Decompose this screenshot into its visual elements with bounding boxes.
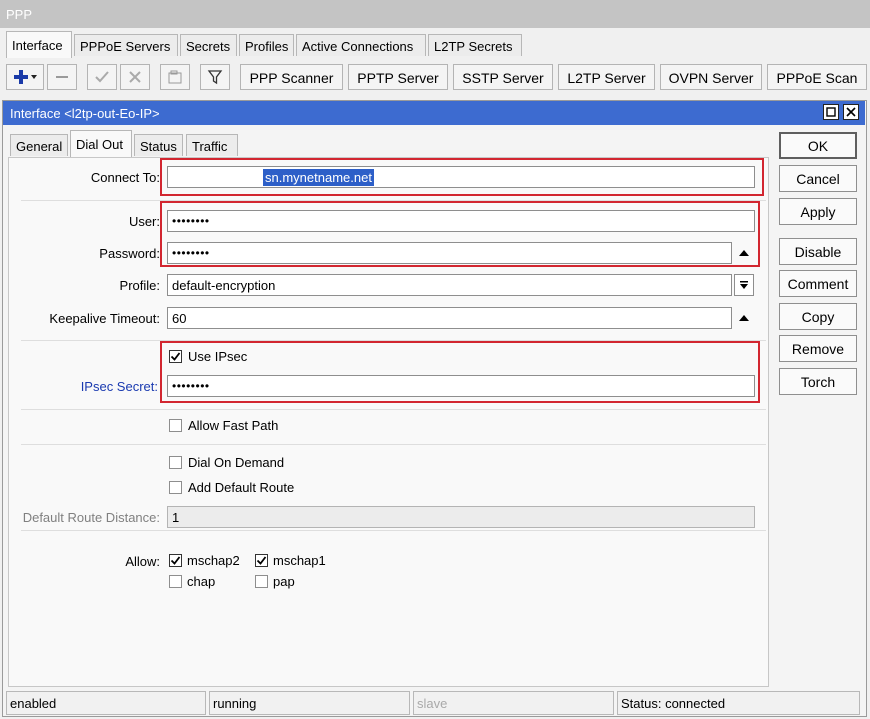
status-enabled: enabled — [6, 691, 206, 715]
filter-icon[interactable] — [200, 64, 230, 90]
close-icon[interactable] — [843, 104, 859, 120]
use-ipsec-checkbox[interactable] — [169, 350, 182, 363]
add-default-route-label: Add Default Route — [188, 480, 295, 495]
status-slave: slave — [413, 691, 614, 715]
tab-general[interactable]: General — [10, 134, 68, 156]
dial-on-demand-checkbox[interactable] — [169, 456, 182, 469]
ok-button[interactable]: OK — [779, 132, 857, 159]
allow-fast-path-label: Allow Fast Path — [188, 418, 279, 433]
tab-active-connections[interactable]: Active Connections — [296, 34, 426, 56]
mschap2-label: mschap2 — [187, 553, 240, 568]
default-route-distance-label: Default Route Distance: — [22, 510, 160, 525]
profile-label: Profile: — [119, 278, 160, 293]
tab-dial-out[interactable]: Dial Out — [70, 130, 132, 158]
connect-to-value: sn.mynetname.net — [263, 169, 374, 186]
check-icon[interactable] — [87, 64, 117, 90]
maximize-icon[interactable] — [823, 104, 839, 120]
disable-button[interactable]: Disable — [779, 238, 857, 265]
dialog-title: Interface <l2tp-out-Eo-IP> — [3, 101, 865, 125]
pap-checkbox[interactable] — [255, 575, 268, 588]
ipsec-secret-label: IPsec Secret: — [80, 379, 158, 394]
remove-button[interactable]: Remove — [779, 335, 857, 362]
apply-button[interactable]: Apply — [779, 198, 857, 225]
connect-to-label: Connect To: — [90, 170, 160, 185]
tab-interface[interactable]: Interface — [6, 31, 72, 58]
chap-label: chap — [187, 574, 216, 589]
tab-pppoe-servers[interactable]: PPPoE Servers — [74, 34, 178, 56]
connect-to-input[interactable]: sn.mynetname.net — [167, 166, 755, 188]
pap-label: pap — [273, 574, 295, 589]
user-input[interactable]: •••••••• — [167, 210, 755, 232]
torch-button[interactable]: Torch — [779, 368, 857, 395]
add-default-route-checkbox[interactable] — [169, 481, 182, 494]
separator — [21, 200, 766, 201]
allow-label: Allow: — [125, 554, 160, 569]
user-label: User: — [128, 214, 160, 229]
allow-fast-path-checkbox[interactable] — [169, 419, 182, 432]
minus-icon[interactable] — [47, 64, 77, 90]
tab-status[interactable]: Status — [134, 134, 183, 156]
mschap1-checkbox[interactable] — [255, 554, 268, 567]
ipsec-secret-input[interactable]: •••••••• — [167, 375, 755, 397]
dial-out-panel — [8, 157, 769, 687]
default-route-distance-input[interactable]: 1 — [167, 506, 755, 528]
chap-checkbox[interactable] — [169, 575, 182, 588]
tab-l2tp-secrets[interactable]: L2TP Secrets — [428, 34, 522, 56]
profile-select[interactable]: default-encryption — [167, 274, 732, 296]
mschap2-checkbox[interactable] — [169, 554, 182, 567]
dropdown-arrow-icon[interactable] — [734, 274, 754, 296]
dial-on-demand-label: Dial On Demand — [188, 455, 285, 470]
pppoe-scan-button[interactable]: PPPoE Scan — [767, 64, 867, 90]
keepalive-timeout-label: Keepalive Timeout: — [49, 311, 160, 326]
ovpn-server-button[interactable]: OVPN Server — [660, 64, 762, 90]
tab-secrets[interactable]: Secrets — [180, 34, 237, 56]
separator — [21, 444, 766, 445]
comment-button[interactable]: Comment — [779, 270, 857, 297]
plus-dropdown-icon[interactable] — [6, 64, 44, 90]
separator — [21, 340, 766, 341]
window-title: PPP — [0, 0, 870, 28]
ppp-scanner-button[interactable]: PPP Scanner — [240, 64, 343, 90]
cross-icon[interactable] — [120, 64, 150, 90]
l2tp-server-button[interactable]: L2TP Server — [558, 64, 655, 90]
copy-button[interactable]: Copy — [779, 303, 857, 330]
status-running: running — [209, 691, 410, 715]
toolbar: PPP Scanner PPTP Server SSTP Server L2TP… — [0, 58, 870, 98]
pptp-server-button[interactable]: PPTP Server — [348, 64, 448, 90]
sstp-server-button[interactable]: SSTP Server — [453, 64, 553, 90]
status-connection: Status: connected — [617, 691, 860, 715]
collapse-arrow-icon[interactable] — [734, 307, 754, 329]
use-ipsec-label: Use IPsec — [188, 349, 248, 364]
password-input[interactable]: •••••••• — [167, 242, 732, 264]
separator — [21, 409, 766, 410]
tab-traffic[interactable]: Traffic — [186, 134, 238, 156]
mschap1-label: mschap1 — [273, 553, 326, 568]
ppp-tab-bar: Interface PPPoE Servers Secrets Profiles… — [0, 28, 870, 58]
cancel-button[interactable]: Cancel — [779, 165, 857, 192]
tab-profiles[interactable]: Profiles — [239, 34, 294, 56]
separator — [21, 530, 766, 531]
collapse-arrow-icon[interactable] — [734, 242, 754, 264]
keepalive-timeout-input[interactable]: 60 — [167, 307, 732, 329]
note-icon[interactable] — [160, 64, 190, 90]
password-label: Password: — [99, 246, 160, 261]
